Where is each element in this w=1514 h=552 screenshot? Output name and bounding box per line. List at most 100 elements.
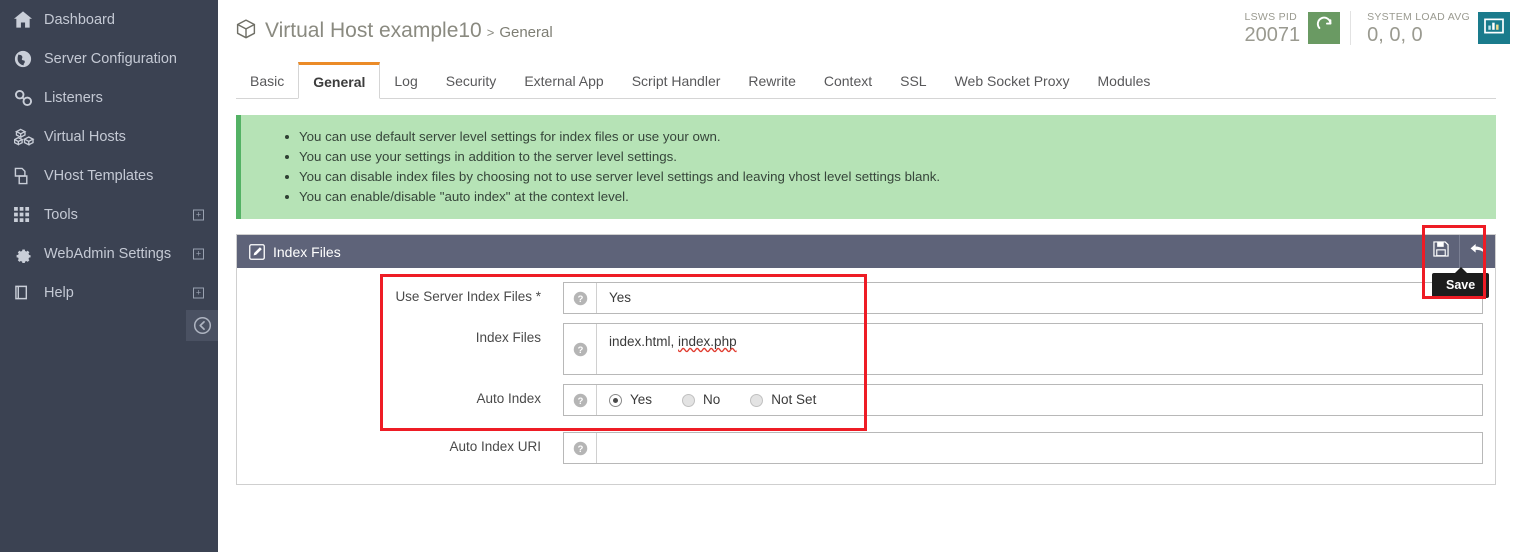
radio-icon [682, 393, 696, 407]
link-icon [14, 89, 44, 107]
sidebar-item-help[interactable]: Help + [0, 273, 218, 312]
restart-server-button[interactable] [1308, 12, 1341, 44]
expand-icon[interactable]: + [193, 209, 204, 220]
auto-index-radio-group: Yes No Not Set [597, 385, 1482, 415]
tab-ssl[interactable]: SSL [886, 65, 940, 98]
radio-icon [750, 393, 764, 407]
expand-icon[interactable]: + [193, 287, 204, 298]
info-bullet: You can use default server level setting… [285, 127, 1496, 147]
tab-log[interactable]: Log [380, 65, 431, 98]
field-label: Auto Index URI [449, 439, 541, 454]
page-header: Virtual Host example10 > General LSWS PI… [218, 0, 1514, 62]
sidebar: Dashboard Server Configuration Listeners [0, 0, 218, 552]
page-title: Virtual Host example10 [265, 19, 482, 42]
info-bullet: You can disable index files by choosing … [285, 167, 1496, 187]
question-circle-icon[interactable]: ? [564, 324, 597, 374]
auto-index-radio-no[interactable]: No [682, 385, 720, 415]
resize-handle[interactable] [1471, 364, 1480, 373]
sidebar-item-label: VHost Templates [44, 167, 154, 184]
sidebar-item-virtual-hosts[interactable]: Virtual Hosts [0, 117, 218, 156]
lsws-pid-label: LSWS PID [1244, 11, 1298, 23]
svg-text:?: ? [577, 443, 583, 453]
radio-label: No [703, 392, 721, 407]
sidebar-item-listeners[interactable]: Listeners [0, 78, 218, 117]
tab-bar: Basic General Log Security External App … [236, 62, 1496, 99]
index-files-panel: Index Files Use Server Index Files * ? Y… [236, 234, 1496, 485]
question-circle-icon[interactable]: ? [564, 283, 597, 313]
svg-text:?: ? [577, 344, 583, 354]
index-files-textarea[interactable]: index.html, index.php index.html, index.… [597, 324, 1482, 374]
info-bullet: You can use your settings in addition to… [285, 147, 1496, 167]
floppy-disk-icon [1433, 241, 1449, 262]
refresh-icon [1315, 16, 1334, 40]
tab-security[interactable]: Security [432, 65, 511, 98]
sidebar-item-webadmin-settings[interactable]: WebAdmin Settings + [0, 234, 218, 273]
home-icon [14, 11, 44, 28]
question-circle-icon[interactable]: ? [564, 433, 597, 463]
auto-index-uri-value[interactable] [597, 433, 1482, 463]
collapse-sidebar-button[interactable] [186, 310, 218, 341]
info-bullet-list: You can use default server level setting… [241, 127, 1496, 207]
radio-label: Yes [630, 392, 653, 407]
system-load-stat: SYSTEM LOAD AVG 0, 0, 0 [1367, 10, 1510, 46]
book-icon [14, 284, 44, 301]
panel-header: Index Files [237, 235, 1495, 268]
sidebar-item-server-configuration[interactable]: Server Configuration [0, 39, 218, 78]
tab-rewrite[interactable]: Rewrite [734, 65, 809, 98]
question-circle-icon[interactable]: ? [564, 385, 597, 415]
expand-icon[interactable]: + [193, 248, 204, 259]
form-row-index-files: Index Files ? index.html, index.php inde… [237, 323, 1495, 375]
lsws-pid-value: 20071 [1244, 24, 1301, 46]
tab-context[interactable]: Context [810, 65, 886, 98]
tab-basic[interactable]: Basic [236, 65, 298, 98]
header-stats: LSWS PID 20071 SYSTEM LOAD AVG 0, 0, 0 [1244, 6, 1510, 50]
breadcrumb-separator: > [486, 25, 495, 40]
sidebar-item-label: WebAdmin Settings [44, 245, 172, 262]
use-server-index-files-value[interactable]: Yes [597, 283, 1482, 313]
index-files-text: index.html, index.php [609, 334, 737, 349]
field-label: Use Server Index Files * [395, 289, 541, 304]
realtime-stats-button[interactable] [1478, 12, 1510, 44]
sidebar-item-tools[interactable]: Tools + [0, 195, 218, 234]
sidebar-item-label: Help [44, 284, 74, 301]
lsws-pid-stat: LSWS PID 20071 [1244, 10, 1341, 46]
info-banner: You can use default server level setting… [236, 115, 1496, 219]
sidebar-item-label: Listeners [44, 89, 103, 106]
breadcrumb: Virtual Host example10 > General [236, 16, 553, 43]
cube-icon [236, 19, 256, 45]
save-button[interactable] [1423, 235, 1459, 268]
tab-modules[interactable]: Modules [1084, 65, 1165, 98]
tab-script-handler[interactable]: Script Handler [618, 65, 735, 98]
auto-index-radio-not-set[interactable]: Not Set [750, 385, 816, 415]
sidebar-item-label: Virtual Hosts [44, 128, 126, 145]
sidebar-item-label: Dashboard [44, 11, 115, 28]
main-content: Virtual Host example10 > General LSWS PI… [218, 0, 1514, 552]
field-label: Auto Index [476, 391, 541, 406]
system-load-value: 0, 0, 0 [1367, 24, 1423, 46]
undo-button[interactable] [1459, 235, 1495, 268]
radio-label: Not Set [771, 392, 817, 407]
tab-external-app[interactable]: External App [510, 65, 617, 98]
bar-chart-icon [1484, 17, 1504, 40]
globe-icon [14, 50, 44, 68]
tab-general[interactable]: General [298, 62, 381, 99]
undo-arrow-icon [1469, 241, 1487, 262]
save-tooltip: Save [1432, 267, 1490, 298]
sidebar-item-dashboard[interactable]: Dashboard [0, 0, 218, 39]
form-row-auto-index: Auto Index ? Yes No Not Set [237, 384, 1495, 416]
index-files-form: Use Server Index Files * ? Yes Index Fil… [237, 268, 1495, 484]
auto-index-radio-yes[interactable]: Yes [609, 385, 652, 415]
system-load-label: SYSTEM LOAD AVG [1367, 11, 1470, 23]
gear-icon [14, 245, 44, 263]
breadcrumb-current: General [499, 24, 553, 41]
copy-icon [14, 167, 44, 185]
radio-icon [609, 393, 622, 407]
panel-actions [1423, 235, 1495, 268]
sidebar-item-label: Tools [44, 206, 78, 223]
info-bullet: You can enable/disable "auto index" at t… [285, 187, 1496, 207]
sidebar-item-vhost-templates[interactable]: VHost Templates [0, 156, 218, 195]
cubes-icon [14, 128, 44, 146]
panel-title: Index Files [273, 243, 341, 260]
svg-text:?: ? [577, 395, 583, 405]
tab-web-socket-proxy[interactable]: Web Socket Proxy [941, 65, 1084, 98]
